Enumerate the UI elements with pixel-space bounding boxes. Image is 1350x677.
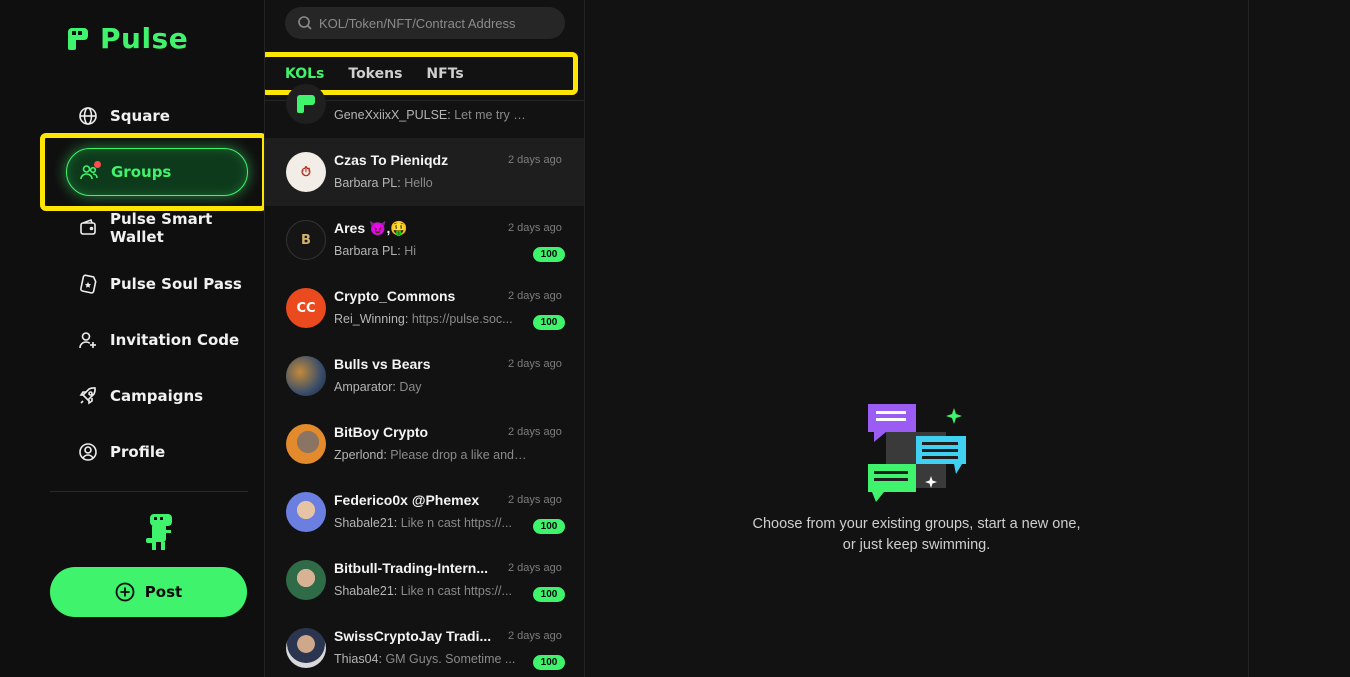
group-last-message: Zperlond: Please drop a like and co... [334,448,529,462]
unread-badge: 100 [533,655,565,670]
group-time: 2 days ago [508,222,562,234]
group-name: Bitbull-Trading-Intern... [334,560,488,576]
sidebar-item-label: Invitation Code [110,331,240,349]
unread-badge: 100 [533,247,565,262]
group-last-message: Amparator: Day [334,380,422,394]
sidebar-item-profile[interactable]: Profile [50,424,248,480]
group-time: 2 days ago [508,426,562,438]
sidebar-item-square[interactable]: Square [50,88,248,144]
right-panel [1248,0,1350,677]
profile-icon [79,443,97,461]
sidebar-item-label: Groups [111,163,172,181]
group-time: 2 days ago [508,630,562,642]
unread-badge: 100 [533,519,565,534]
group-name: Bulls vs Bears [334,356,431,372]
group-name: Ares 😈,🤑 [334,220,408,236]
empty-state-line-1: Choose from your existing groups, start … [752,516,1081,532]
empty-state-line-2: or just keep swimming. [842,537,991,553]
group-avatar: B [286,220,326,260]
pulse-logo-text: Pulse [100,22,189,55]
sidebar-item-label: Pulse Smart Wallet [110,210,213,246]
group-name: SwissCryptoJay Tradi... [334,628,492,644]
post-button[interactable]: Post [50,567,247,617]
group-last-message: Shabale21: Like n cast https://... [334,516,512,530]
group-avatar [286,356,326,396]
sidebar-divider [50,491,248,492]
group-last-message: GeneXxiixX_PULSE: Let me try this ... [334,108,529,122]
sidebar-nav: Square Groups Pulse Smart Wallet Pulse S… [50,88,248,480]
group-time: 2 days ago [508,562,562,574]
group-avatar [286,628,326,668]
pulse-mascot-icon [146,514,172,550]
sidebar-item-campaigns[interactable]: Campaigns [50,368,248,424]
plus-circle-icon [115,582,135,602]
post-button-label: Post [144,583,183,601]
group-time: 2 days ago [508,494,562,506]
group-name: BitBoy Crypto [334,424,429,440]
user-plus-icon [79,332,96,349]
group-row[interactable]: BitBoy Crypto 2 days ago Zperlond: Pleas… [265,410,584,478]
unread-badge: 100 [533,315,565,330]
group-last-message: Shabale21: Like n cast https://... [334,584,512,598]
group-last-message: Barbara PL: Hello [334,176,433,190]
group-avatar: ⏱ [286,152,326,192]
sidebar-item-label: Square [110,107,170,125]
group-row[interactable]: B Ares 😈,🤑 2 days ago Barbara PL: Hi 100 [265,206,584,274]
group-time: 2 days ago [508,154,562,166]
wallet-icon [80,218,96,235]
pulse-logo[interactable]: Pulse [66,22,188,55]
search-input[interactable] [319,15,559,31]
group-row[interactable]: GeneXxiixX_PULSE: Let me try this ... [265,70,584,138]
group-row[interactable]: CC Crypto_Commons 2 days ago Rei_Winning… [265,274,584,342]
group-name: Crypto_Commons [334,288,456,304]
unread-badge: 100 [533,587,565,602]
sidebar-item-label: Pulse Soul Pass [110,275,242,293]
group-row[interactable]: Bulls vs Bears 2 days ago Amparator: Day [265,342,584,410]
empty-state-message: Choose from your existing groups, start … [585,514,1248,556]
sidebar-item-label: Profile [110,443,166,461]
globe-icon [79,107,97,125]
group-last-message: Thias04: GM Guys. Sometime ... [334,652,516,666]
group-avatar [286,424,326,464]
group-row[interactable]: SwissCryptoJay Tradi... 2 days ago Thias… [265,614,584,677]
group-row[interactable]: Bitbull-Trading-Intern... 2 days ago Sha… [265,546,584,614]
group-time: 2 days ago [508,358,562,370]
group-avatar [286,492,326,532]
rocket-icon [79,387,96,405]
group-avatar [286,560,326,600]
group-list-panel: KOLs Tokens NFTs GeneXxiixX_PULSE: Let m… [264,0,585,677]
group-last-message: Rei_Winning: https://pulse.soc... [334,312,513,326]
chat-content-area: Choose from your existing groups, start … [585,0,1248,677]
sidebar-item-smart-wallet[interactable]: Pulse Smart Wallet [50,200,248,256]
group-time: 2 days ago [508,290,562,302]
sidebar-item-invitation-code[interactable]: Invitation Code [50,312,248,368]
sidebar-item-groups[interactable]: Groups [66,148,248,196]
chat-bubbles-illustration-icon [868,404,966,502]
notification-dot [94,161,101,168]
group-name: Federico0x @Phemex [334,492,480,508]
group-name: Czas To Pieniqdz [334,152,449,168]
search-icon [298,16,312,30]
group-row[interactable]: Federico0x @Phemex 2 days ago Shabale21:… [265,478,584,546]
sidebar-item-label: Campaigns [110,387,204,405]
sidebar-item-soul-pass[interactable]: Pulse Soul Pass [50,256,248,312]
group-row[interactable]: ⏱ Czas To Pieniqdz 2 days ago Barbara PL… [265,138,584,206]
pulse-logo-icon [68,27,88,50]
search-bar[interactable] [285,7,565,39]
group-avatar: CC [286,288,326,328]
soul-pass-icon [80,274,97,294]
sidebar: Pulse Square Groups Pulse Smart Wallet P… [0,0,267,677]
group-avatar [286,84,326,124]
group-last-message: Barbara PL: Hi [334,244,417,258]
pulse-logo-icon [297,95,315,113]
